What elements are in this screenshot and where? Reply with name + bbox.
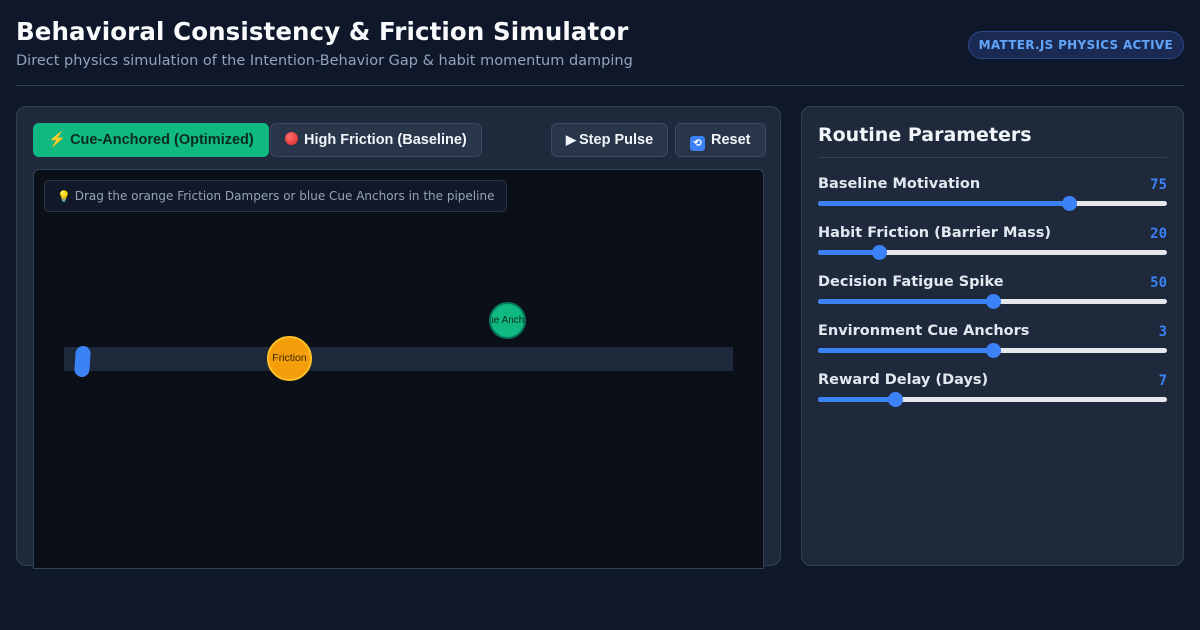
play-icon: ▶ — [566, 132, 576, 147]
param-label: Environment Cue Anchors — [818, 323, 1030, 339]
param-baseline-motivation: Baseline Motivation 75 — [818, 176, 1167, 216]
lightning-icon: ⚡ — [48, 132, 67, 148]
reward-delay-slider[interactable] — [818, 392, 1167, 407]
parameters-title: Routine Parameters — [818, 124, 1032, 146]
reset-label: Reset — [711, 132, 751, 148]
param-reward-delay: Reward Delay (Days) 7 — [818, 372, 1167, 412]
hint-text: Drag the orange Friction Dampers or blue… — [74, 189, 495, 203]
cue-anchored-mode-button[interactable]: ⚡ Cue-Anchored (Optimized) — [33, 123, 269, 157]
cue-anchor-label: Cue Anchor — [489, 315, 525, 326]
param-label: Reward Delay (Days) — [818, 372, 989, 388]
slider-fill — [818, 201, 1070, 206]
param-label: Baseline Motivation — [818, 176, 981, 192]
simulation-panel: ⚡ Cue-Anchored (Optimized) High Friction … — [16, 106, 781, 569]
slider-fill — [818, 397, 895, 402]
param-habit-friction: Habit Friction (Barrier Mass) 20 — [818, 225, 1167, 265]
param-value: 7 — [1158, 373, 1167, 389]
param-environment-cue-anchors: Environment Cue Anchors 3 — [818, 323, 1167, 363]
param-value: 75 — [1150, 177, 1167, 193]
cue-anchored-label: Cue-Anchored (Optimized) — [70, 132, 254, 148]
slider-fill — [818, 299, 993, 304]
physics-status-badge: MATTER.JS PHYSICS ACTIVE — [967, 31, 1184, 59]
param-value: 20 — [1150, 226, 1167, 242]
slider-thumb[interactable] — [872, 245, 888, 260]
reset-button[interactable]: ⟲ Reset — [675, 123, 766, 157]
high-friction-label: High Friction (Baseline) — [304, 132, 467, 148]
slider-fill — [818, 250, 880, 255]
slider-thumb[interactable] — [985, 294, 1001, 309]
pipeline-track — [64, 347, 733, 371]
slider-thumb[interactable] — [1062, 196, 1078, 211]
environment-cue-anchors-slider[interactable] — [818, 343, 1167, 358]
decision-fatigue-slider[interactable] — [818, 294, 1167, 309]
param-value: 3 — [1158, 324, 1167, 340]
parameters-divider — [818, 157, 1167, 158]
red-circle-icon — [285, 132, 298, 145]
param-decision-fatigue: Decision Fatigue Spike 50 — [818, 274, 1167, 314]
behavior-agent[interactable] — [73, 345, 92, 378]
slider-thumb[interactable] — [985, 343, 1001, 358]
slider-thumb[interactable] — [887, 392, 903, 407]
cue-anchor[interactable]: Cue Anchor — [489, 302, 526, 339]
baseline-motivation-slider[interactable] — [818, 196, 1167, 211]
physics-canvas[interactable]: 💡 Drag the orange Friction Dampers or blu… — [33, 169, 764, 569]
page-subtitle: Direct physics simulation of the Intenti… — [16, 53, 633, 69]
habit-friction-slider[interactable] — [818, 245, 1167, 260]
parameters-panel: Routine Parameters Baseline Motivation 7… — [801, 106, 1184, 566]
friction-label: Friction — [272, 352, 307, 364]
high-friction-mode-button[interactable]: High Friction (Baseline) — [270, 123, 482, 157]
header: Behavioral Consistency & Friction Simula… — [16, 17, 633, 69]
slider-fill — [818, 348, 993, 353]
param-label: Habit Friction (Barrier Mass) — [818, 225, 1052, 241]
drag-hint: 💡 Drag the orange Friction Dampers or blu… — [44, 180, 508, 212]
friction-damper[interactable]: Friction — [267, 336, 312, 381]
step-pulse-label: Step Pulse — [579, 132, 654, 148]
step-pulse-button[interactable]: ▶ Step Pulse — [551, 123, 669, 157]
lightbulb-icon: 💡 — [57, 190, 71, 203]
header-divider — [16, 85, 1184, 86]
reset-icon: ⟲ — [690, 136, 705, 151]
param-label: Decision Fatigue Spike — [818, 274, 1004, 290]
page: Behavioral Consistency & Friction Simula… — [0, 0, 1200, 630]
param-value: 50 — [1150, 275, 1167, 291]
page-title: Behavioral Consistency & Friction Simula… — [16, 17, 629, 46]
